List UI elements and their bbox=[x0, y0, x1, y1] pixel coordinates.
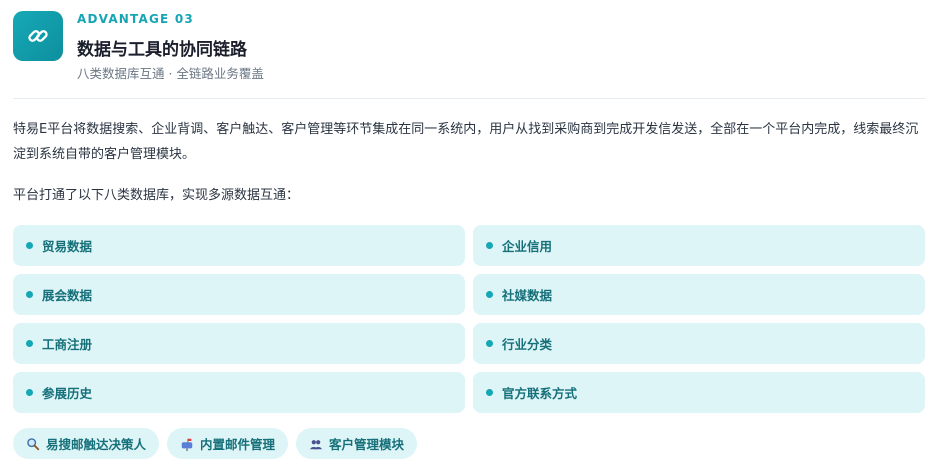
database-label: 行业分类 bbox=[502, 337, 553, 352]
database-lead-text: 平台打通了以下八类数据库，实现多源数据互通： bbox=[13, 188, 300, 203]
bullet-icon bbox=[26, 242, 33, 249]
bullet-icon bbox=[486, 389, 493, 396]
section-header: ADVANTAGE 03 数据与工具的协同链路 八类数据库互通 · 全链路业务覆… bbox=[13, 0, 925, 99]
database-label: 参展历史 bbox=[42, 386, 93, 401]
users-icon bbox=[308, 436, 324, 452]
database-label: 工商注册 bbox=[42, 337, 93, 352]
database-card: 官方联系方式 bbox=[473, 372, 925, 413]
tool-chip-search[interactable]: 易搜邮触达决策人 bbox=[13, 428, 160, 459]
database-card: 行业分类 bbox=[473, 323, 925, 364]
bullet-icon bbox=[486, 291, 493, 298]
section-title: 数据与工具的协同链路 bbox=[77, 40, 247, 60]
link-icon-badge bbox=[13, 11, 63, 61]
bullet-icon bbox=[486, 242, 493, 249]
tool-chip-mail[interactable]: 内置邮件管理 bbox=[167, 428, 289, 459]
mailbox-icon bbox=[179, 436, 195, 452]
database-label: 贸易数据 bbox=[42, 239, 93, 254]
database-card: 参展历史 bbox=[13, 372, 465, 413]
section-subtitle: 八类数据库互通 · 全链路业务覆盖 bbox=[77, 66, 264, 81]
bullet-icon bbox=[26, 291, 33, 298]
database-label: 企业信用 bbox=[502, 239, 553, 254]
database-card: 工商注册 bbox=[13, 323, 465, 364]
database-card: 社媒数据 bbox=[473, 274, 925, 315]
eyebrow-label: ADVANTAGE 03 bbox=[77, 12, 194, 26]
advantage-section: ADVANTAGE 03 数据与工具的协同链路 八类数据库互通 · 全链路业务覆… bbox=[0, 0, 935, 470]
tool-chip-crm[interactable]: 客户管理模块 bbox=[296, 428, 418, 459]
tool-chip-label: 客户管理模块 bbox=[329, 437, 405, 452]
tool-chip-label: 易搜邮触达决策人 bbox=[46, 437, 147, 452]
database-grid: 贸易数据 企业信用 展会数据 社媒数据 工商注册 行业分类 参展历史 官方联系方… bbox=[13, 225, 925, 413]
bullet-icon bbox=[486, 340, 493, 347]
database-label: 展会数据 bbox=[42, 288, 93, 303]
search-icon bbox=[25, 436, 41, 452]
link-icon bbox=[28, 30, 48, 42]
bullet-icon bbox=[26, 340, 33, 347]
tool-chips: 易搜邮触达决策人 内置邮件管理 客户管理模块 bbox=[13, 428, 418, 459]
database-label: 官方联系方式 bbox=[502, 386, 578, 401]
tool-chip-label: 内置邮件管理 bbox=[200, 437, 276, 452]
database-card: 展会数据 bbox=[13, 274, 465, 315]
database-card: 贸易数据 bbox=[13, 225, 465, 266]
bullet-icon bbox=[26, 389, 33, 396]
database-label: 社媒数据 bbox=[502, 288, 553, 303]
database-card: 企业信用 bbox=[473, 225, 925, 266]
description-paragraph: 特易E平台将数据搜索、企业背调、客户触达、客户管理等环节集成在同一系统内，用户从… bbox=[13, 122, 919, 162]
